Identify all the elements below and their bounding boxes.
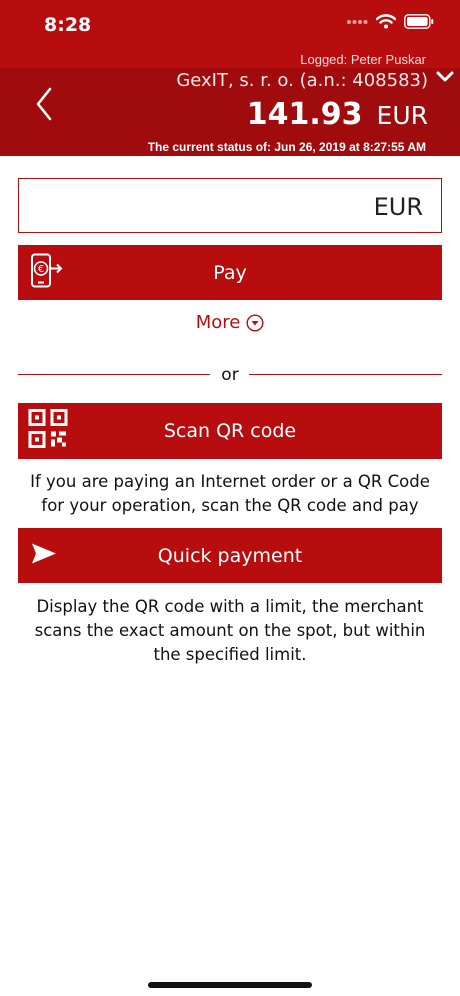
qr-code-icon [28,409,68,454]
scan-qr-button[interactable]: Scan QR code [18,403,442,459]
scan-qr-label: Scan QR code [163,420,297,442]
status-time: 8:28 [44,14,92,36]
phone-euro-send-icon: € [28,252,64,293]
wifi-icon [376,14,396,29]
scan-qr-info: If you are paying an Internet order or a… [30,472,430,515]
amount-field[interactable]: EUR [18,178,442,233]
balance: 141.93 EUR [247,97,428,132]
or-separator: or [221,365,239,385]
amount-input[interactable] [27,179,367,232]
quick-payment-label: Quick payment [157,544,303,567]
quick-payment-button[interactable]: Quick payment [18,528,442,583]
pay-button-label: Pay [213,261,247,284]
battery-icon [404,14,434,29]
status-bar: 8:28 [0,0,460,50]
status-icons [346,14,434,29]
more-link[interactable]: More [0,312,460,333]
send-arrow-icon [28,538,62,573]
home-indicator [148,982,312,988]
pay-button[interactable]: € Pay [18,245,442,300]
back-button[interactable] [30,84,60,124]
account-header: Logged: Peter Puskar GexIT, s. r. o. (a.… [0,50,460,156]
chevron-left-icon [36,87,52,121]
account-expand-button[interactable] [436,70,454,84]
balance-amount: 141.93 [246,97,363,132]
svg-text:€: € [38,264,44,275]
amount-currency: EUR [373,193,423,221]
quick-payment-info: Display the QR code with a limit, the me… [34,597,426,664]
balance-currency: EUR [376,101,428,130]
logged-user: Logged: Peter Puskar [300,52,426,67]
balance-status-line: The current status of: Jun 26, 2019 at 8… [147,140,426,154]
dropdown-circle-icon [246,313,264,332]
signal-dots-icon [347,19,368,24]
chevron-down-icon [436,71,454,82]
company-name: GexIT, s. r. o. (a.n.: 408583) [176,70,428,91]
more-label: More [195,312,241,333]
